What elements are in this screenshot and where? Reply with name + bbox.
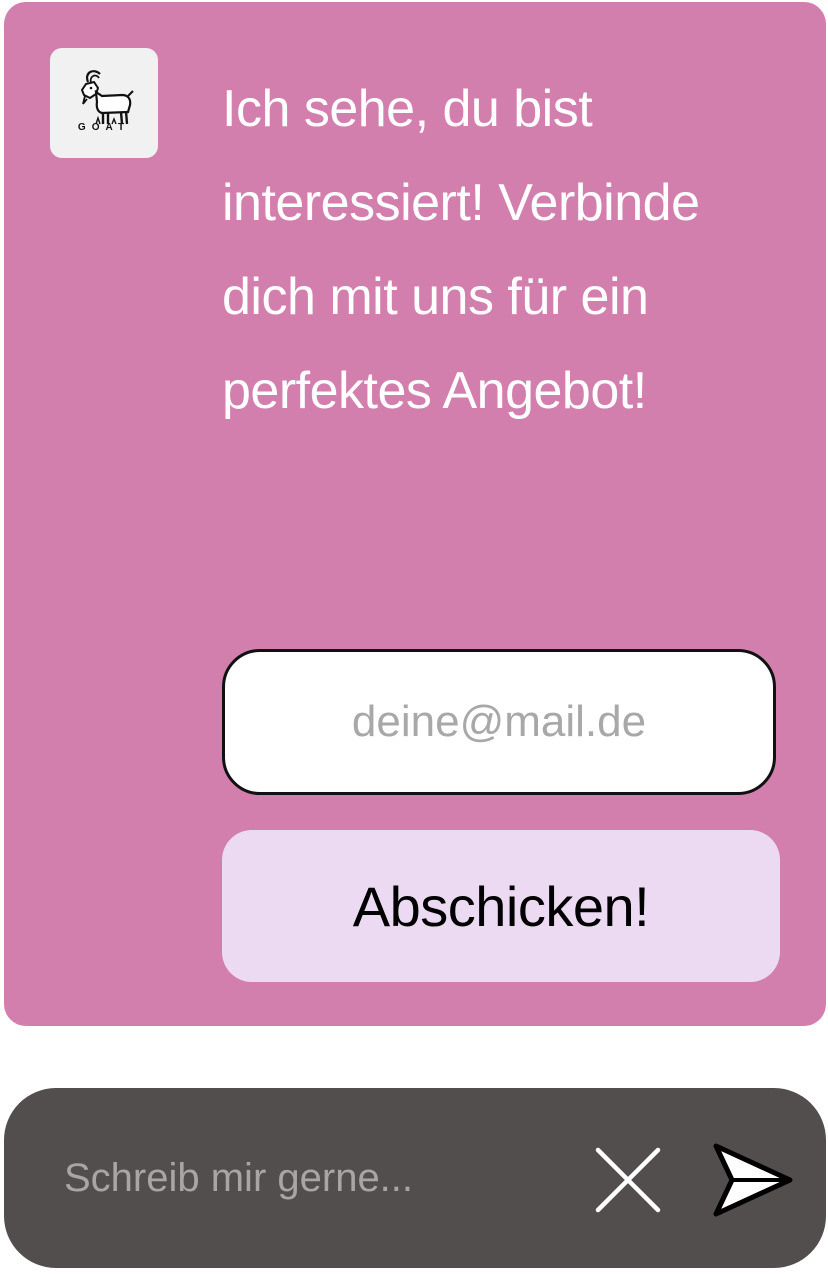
brand-logo-text: GOAT	[77, 122, 131, 133]
send-icon	[713, 1143, 793, 1217]
chat-message-text: Ich sehe, du bist interessiert! Verbinde…	[222, 80, 700, 420]
chat-message-card: GOAT Ich sehe, du bist interessiert! Ver…	[4, 2, 826, 1026]
chat-input-bar	[4, 1088, 826, 1268]
email-field[interactable]	[222, 649, 776, 795]
brand-logo: GOAT	[50, 48, 158, 158]
close-icon	[595, 1147, 661, 1213]
clear-button[interactable]	[590, 1142, 666, 1218]
chat-message-input[interactable]	[64, 1138, 564, 1218]
submit-button[interactable]: Abschicken!	[222, 830, 780, 982]
send-button[interactable]	[710, 1140, 796, 1220]
